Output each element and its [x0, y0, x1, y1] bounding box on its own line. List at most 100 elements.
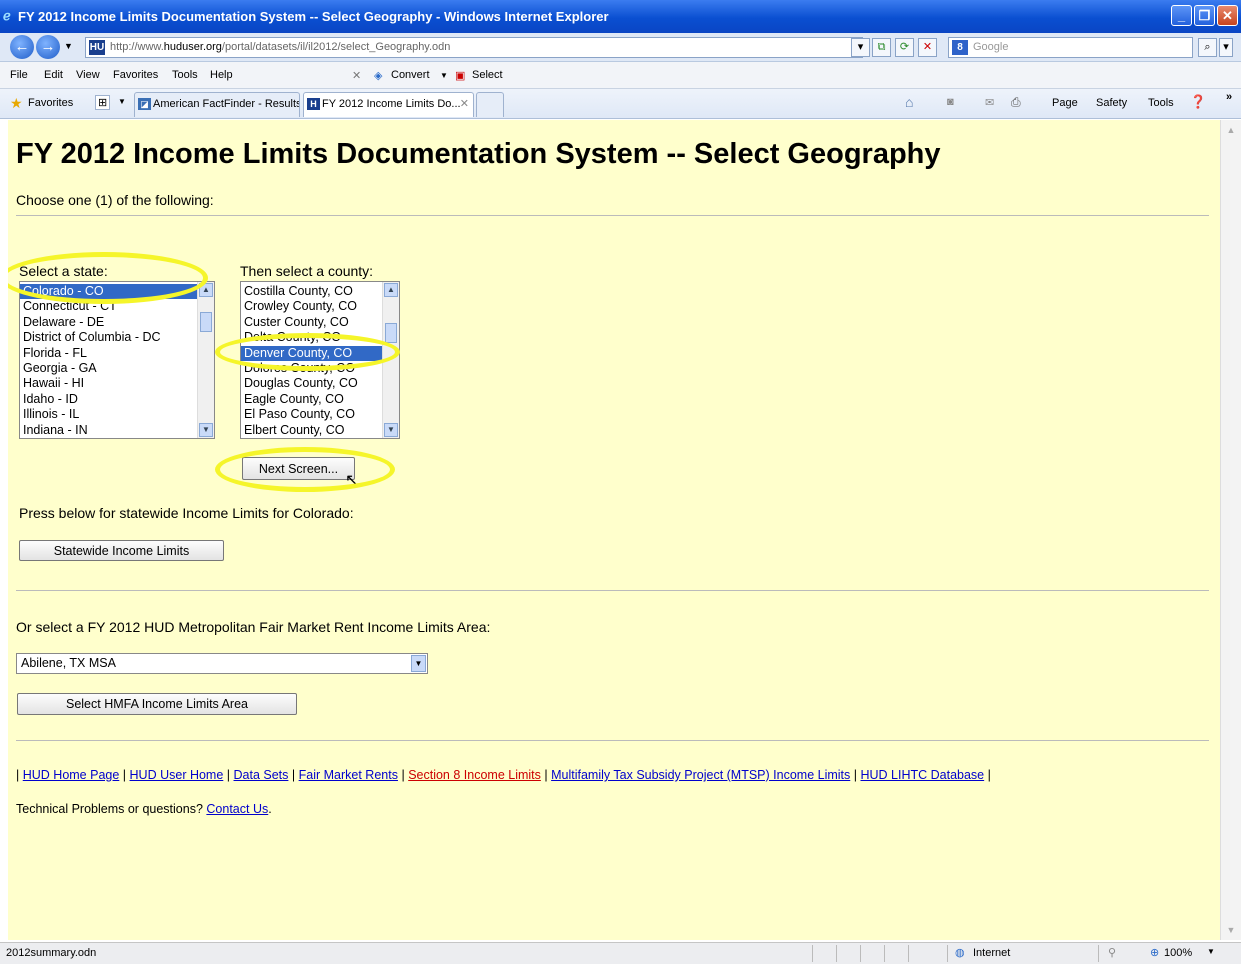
state-option[interactable]: Idaho - ID — [20, 392, 214, 407]
state-option[interactable]: Delaware - DE — [20, 315, 214, 330]
convert-icon[interactable]: ◈ — [374, 69, 382, 82]
state-option[interactable]: Indiana - IN — [20, 423, 214, 438]
favorites-button[interactable]: Favorites — [28, 97, 73, 109]
minimize-button[interactable]: _ — [1171, 5, 1192, 26]
section-8-income-limits-link[interactable]: Section 8 Income Limits — [408, 768, 541, 782]
help-icon[interactable]: ❓ — [1190, 94, 1206, 110]
scroll-down-icon[interactable]: ▼ — [1223, 922, 1239, 938]
security-zone: Internet — [973, 947, 1011, 959]
hmfa-text: Or select a FY 2012 HUD Metropolitan Fai… — [16, 619, 491, 635]
state-option[interactable]: District of Columbia - DC — [20, 330, 214, 345]
scroll-down-icon[interactable]: ▼ — [199, 423, 213, 437]
stop-icon[interactable]: ✕ — [918, 38, 937, 57]
status-bar: 2012summary.odn ◍ Internet ⚲ ⊕ 100% ▼ — [0, 942, 1241, 964]
address-input[interactable]: HU http://www.huduser.org/portal/dataset… — [85, 37, 863, 58]
hud-lihtc-database-link[interactable]: HUD LIHTC Database — [860, 768, 984, 782]
history-dropdown-icon[interactable]: ▼ — [64, 41, 73, 51]
hud-home-link[interactable]: HUD Home Page — [23, 768, 120, 782]
state-option[interactable]: Georgia - GA — [20, 361, 214, 376]
back-button[interactable]: ← — [10, 35, 34, 59]
county-option[interactable]: Douglas County, CO — [241, 376, 399, 391]
close-button[interactable]: ✕ — [1217, 5, 1238, 26]
highlight-ellipse-county — [215, 333, 400, 371]
county-option[interactable]: Eagle County, CO — [241, 392, 399, 407]
scroll-up-icon[interactable]: ▲ — [1223, 122, 1239, 138]
select-icon[interactable]: ▣ — [455, 69, 465, 82]
close-tab-icon[interactable]: ✕ — [460, 93, 469, 116]
maximize-button[interactable]: ❐ — [1194, 5, 1215, 26]
feeds-icon[interactable]: ◙ — [947, 96, 954, 108]
convert-dropdown-icon[interactable]: ▼ — [440, 71, 448, 80]
tab-list-dropdown-icon[interactable]: ▼ — [118, 97, 126, 106]
statewide-text: Press below for statewide Income Limits … — [19, 505, 354, 521]
menu-bar: File Edit View Favorites Tools Help ✕ ◈ … — [0, 62, 1241, 89]
county-option[interactable]: Elbert County, CO — [241, 423, 399, 438]
select-hmfa-button[interactable]: Select HMFA Income Limits Area — [17, 693, 297, 715]
zoom-level[interactable]: 100% — [1164, 947, 1192, 959]
scroll-thumb[interactable] — [385, 323, 397, 343]
state-option[interactable]: Florida - FL — [20, 346, 214, 361]
footer-links: | HUD Home Page | HUD User Home | Data S… — [16, 768, 991, 782]
favorites-star-icon[interactable]: ★ — [10, 95, 23, 112]
county-option[interactable]: Custer County, CO — [241, 315, 399, 330]
select-button[interactable]: Select — [472, 69, 503, 81]
menu-edit[interactable]: Edit — [44, 69, 63, 81]
state-listbox[interactable]: Colorado - CO Connecticut - CT Delaware - … — [19, 281, 215, 439]
tools-menu[interactable]: Tools — [1148, 97, 1174, 109]
chevron-down-icon[interactable]: ▼ — [411, 655, 426, 672]
zoom-dropdown-icon[interactable]: ▼ — [1207, 947, 1215, 956]
county-option[interactable]: Crowley County, CO — [241, 299, 399, 314]
window-title: FY 2012 Income Limits Documentation Syst… — [18, 9, 609, 24]
intro-text: Choose one (1) of the following: — [16, 192, 214, 208]
search-options-icon[interactable]: ▾ — [1219, 38, 1233, 57]
quick-tabs-icon[interactable]: ⊞ — [95, 95, 111, 110]
highlight-ellipse-state — [8, 252, 208, 304]
home-icon[interactable]: ⌂ — [905, 94, 913, 110]
state-option[interactable]: Illinois - IL — [20, 407, 214, 422]
menu-help[interactable]: Help — [210, 69, 233, 81]
tab-income-limits[interactable]: H FY 2012 Income Limits Do... ✕ — [303, 92, 474, 117]
safety-menu[interactable]: Safety — [1096, 97, 1127, 109]
state-option[interactable]: Hawaii - HI — [20, 376, 214, 391]
county-option[interactable]: Costilla County, CO — [241, 284, 399, 299]
status-text: 2012summary.odn — [6, 947, 97, 959]
address-dropdown-icon[interactable]: ▾ — [851, 38, 870, 57]
favorites-bar: ★ Favorites ⊞ ▼ ◪ American FactFinder - … — [0, 89, 1241, 119]
search-input[interactable]: 8 Google — [948, 37, 1193, 58]
protected-mode-icon[interactable]: ⚲ — [1108, 946, 1116, 959]
scroll-up-icon[interactable]: ▲ — [384, 283, 398, 297]
google-icon: 8 — [952, 40, 968, 55]
contact-us-link[interactable]: Contact Us — [206, 802, 268, 816]
search-icon[interactable]: ⌕ — [1198, 38, 1217, 57]
highlight-ellipse-next — [215, 447, 395, 492]
mtsp-income-limits-link[interactable]: Multifamily Tax Subsidy Project (MTSP) I… — [551, 768, 850, 782]
county-option[interactable]: El Paso County, CO — [241, 407, 399, 422]
hud-user-home-link[interactable]: HUD User Home — [130, 768, 224, 782]
forward-button[interactable]: → — [36, 35, 60, 59]
statewide-income-limits-button[interactable]: Statewide Income Limits — [19, 540, 224, 561]
menu-view[interactable]: View — [76, 69, 100, 81]
fair-market-rents-link[interactable]: Fair Market Rents — [299, 768, 398, 782]
refresh-icon[interactable]: ⟳ — [895, 38, 914, 57]
tab-american-factfinder[interactable]: ◪ American FactFinder - Results — [134, 92, 300, 117]
menu-favorites[interactable]: Favorites — [113, 69, 158, 81]
print-icon[interactable]: ⎙ — [1011, 95, 1021, 110]
divider — [16, 215, 1209, 216]
read-mail-icon[interactable]: ✉ — [985, 96, 994, 109]
new-tab-button[interactable] — [476, 92, 504, 117]
ie-logo-icon: ℯ — [3, 8, 11, 23]
menu-tools[interactable]: Tools — [172, 69, 198, 81]
convert-button[interactable]: Convert — [391, 69, 430, 81]
close-toolbar-icon[interactable]: ✕ — [352, 69, 361, 82]
state-listbox-scrollbar[interactable]: ▲ ▼ — [197, 282, 214, 438]
data-sets-link[interactable]: Data Sets — [234, 768, 289, 782]
toolbar-overflow-icon[interactable]: » — [1226, 91, 1232, 103]
page-scrollbar[interactable]: ▲ ▼ — [1220, 120, 1241, 940]
hmfa-select[interactable]: Abilene, TX MSA ▼ — [16, 653, 428, 674]
zoom-icon[interactable]: ⊕ — [1150, 946, 1159, 959]
page-menu[interactable]: Page — [1052, 97, 1078, 109]
compatibility-view-icon[interactable]: ⧉ — [872, 38, 891, 57]
scroll-down-icon[interactable]: ▼ — [384, 423, 398, 437]
scroll-thumb[interactable] — [200, 312, 212, 332]
menu-file[interactable]: File — [10, 69, 28, 81]
